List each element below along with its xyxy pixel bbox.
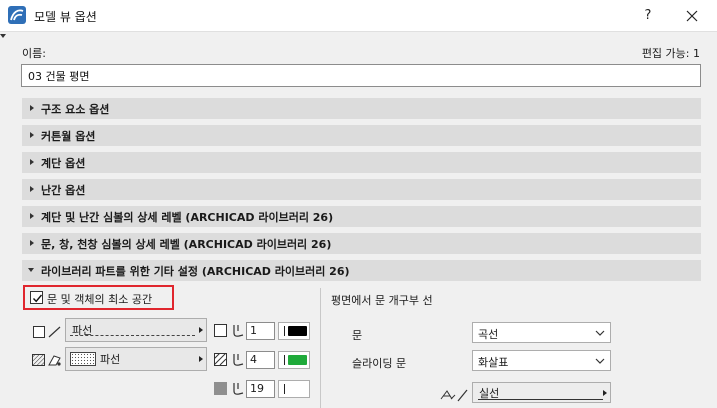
section-railing-options[interactable]: 난간 옵션 (22, 179, 701, 200)
sliding-door-label: 슬라이딩 문 (352, 357, 407, 370)
name-label: 이름: (22, 47, 46, 60)
checkmark-icon (32, 294, 43, 303)
chevron-right-icon (30, 186, 34, 192)
chevron-right-icon (30, 240, 34, 246)
door-line-value: 곡선 (478, 328, 499, 341)
hatch-pen-number[interactable]: 4 (246, 351, 275, 369)
hatch-pen-icon (214, 353, 227, 366)
line-pen-color[interactable] (278, 322, 310, 340)
section-structural-options[interactable]: 구조 요소 옵션 (22, 98, 701, 119)
chevron-right-icon (30, 132, 34, 138)
edit-count-label: 편집 가능: 1 (641, 47, 700, 60)
section-label: 구조 요소 옵션 (41, 103, 110, 116)
fill-type-value: 파선 (100, 353, 121, 366)
section-label: 난간 옵션 (41, 184, 86, 197)
chevron-down-icon (595, 330, 605, 336)
pen-color-swatch (288, 326, 307, 336)
solid-line-preview (478, 399, 603, 400)
background-pen-color[interactable] (278, 380, 310, 398)
section-label: 계단 및 난간 심볼의 상세 레벨 (ARCHICAD 라이브러리 26) (41, 211, 334, 224)
section-curtain-wall-options[interactable]: 커튼월 옵션 (22, 125, 701, 146)
close-icon (686, 10, 698, 22)
pen-color-swatch (288, 355, 307, 365)
line-type-dropdown[interactable]: 파선 (65, 318, 207, 342)
chevron-right-icon (199, 327, 203, 333)
chevron-down-icon (595, 358, 605, 364)
door-line-select[interactable]: 곡선 (472, 322, 611, 343)
dashed-line-preview (70, 335, 195, 336)
pen-icon (233, 325, 244, 337)
help-button[interactable]: ? (636, 5, 660, 27)
section-label: 문, 창, 천창 심볼의 상세 레벨 (ARCHICAD 라이브러리 26) (41, 238, 332, 251)
line-type-icon (33, 326, 61, 338)
chevron-right-icon (603, 390, 607, 396)
chevron-right-icon (30, 213, 34, 219)
door-label: 문 (352, 329, 363, 342)
collapse-marker-icon (0, 34, 6, 38)
pen-icon (233, 383, 244, 395)
fill-pattern-swatch (70, 352, 96, 366)
line-pen-number[interactable]: 1 (246, 322, 275, 340)
fill-pattern-icon (32, 354, 61, 366)
fill-type-dropdown[interactable]: 파선 (65, 347, 207, 371)
line-type-select[interactable]: 실선 (472, 382, 611, 403)
archicad-icon (8, 6, 26, 24)
chevron-right-icon (30, 159, 34, 165)
section-door-window-detail[interactable]: 문, 창, 천창 심볼의 상세 레벨 (ARCHICAD 라이브러리 26) (22, 233, 701, 254)
section-label: 라이브러리 파트를 위한 기타 설정 (ARCHICAD 라이브러리 26) (41, 265, 350, 278)
sliding-door-value: 화살표 (478, 356, 509, 369)
door-opening-lines-title: 평면에서 문 개구부 선 (331, 294, 433, 307)
panel-divider (320, 288, 321, 408)
chevron-down-icon (28, 268, 34, 272)
chevron-right-icon (30, 105, 34, 111)
chevron-right-icon (199, 356, 203, 362)
name-input[interactable] (21, 64, 701, 87)
section-stair-railing-detail[interactable]: 계단 및 난간 심볼의 상세 레벨 (ARCHICAD 라이브러리 26) (22, 206, 701, 227)
section-label: 계단 옵션 (41, 157, 86, 170)
min-space-checkbox[interactable] (30, 291, 43, 304)
section-library-other-settings[interactable]: 라이브러리 파트를 위한 기타 설정 (ARCHICAD 라이브러리 26) (22, 260, 701, 281)
section-label: 커튼월 옵션 (41, 130, 96, 143)
sliding-door-select[interactable]: 화살표 (472, 350, 611, 371)
window-title: 모델 뷰 옵션 (34, 10, 97, 24)
section-stair-options[interactable]: 계단 옵션 (22, 152, 701, 173)
hatch-pen-color[interactable] (278, 351, 310, 369)
background-pen-icon (214, 382, 227, 395)
title-bar: 모델 뷰 옵션 ? (0, 0, 717, 32)
line-pen-icon (214, 324, 227, 337)
pen-color-swatch (288, 384, 307, 394)
min-space-checkbox-label: 문 및 객체의 최소 공간 (47, 293, 153, 306)
pen-icon (233, 354, 244, 366)
close-button[interactable] (680, 5, 704, 27)
line-style-icon (440, 389, 468, 402)
background-pen-number[interactable]: 19 (246, 380, 275, 398)
